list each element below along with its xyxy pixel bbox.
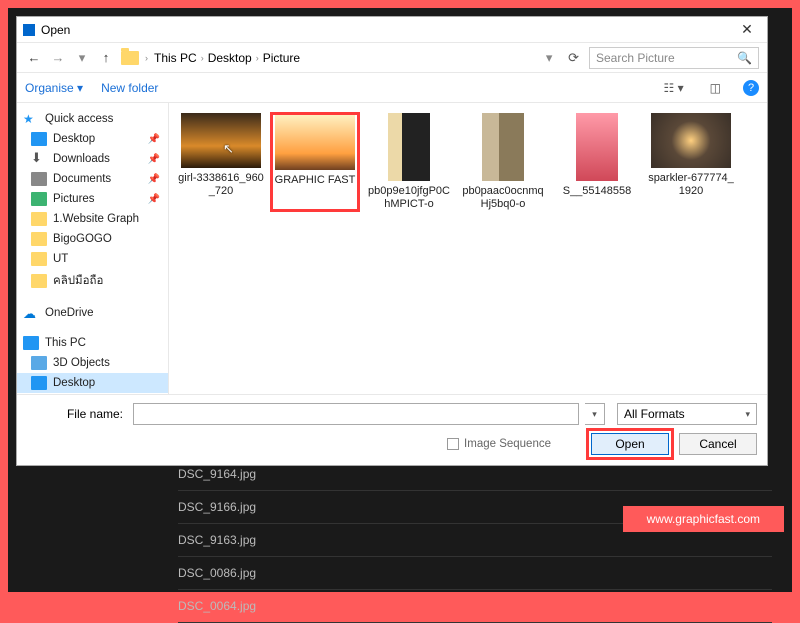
sidebar-item-pictures[interactable]: Pictures📌	[17, 189, 168, 209]
filename-label: File name:	[27, 407, 127, 421]
watermark: www.graphicfast.com	[623, 506, 784, 532]
file-thumb[interactable]: sparkler-677774_1920	[647, 113, 735, 211]
pin-icon: 📌	[148, 174, 160, 185]
refresh-button[interactable]: ⟳	[564, 50, 583, 66]
thumbnail-image	[482, 113, 524, 181]
folder-icon	[121, 51, 139, 65]
file-label: sparkler-677774_1920	[648, 172, 734, 198]
file-thumb[interactable]: GRAPHIC FAST	[271, 113, 359, 211]
search-input[interactable]: Search Picture 🔍	[589, 47, 759, 69]
file-label: pb0paac0ocnmqHj5bq0-o	[460, 185, 546, 211]
pin-icon: 📌	[148, 194, 160, 205]
breadcrumb[interactable]: This PC › Desktop › Picture	[154, 51, 534, 65]
file-label: S__55148558	[563, 185, 632, 198]
filename-dropdown[interactable]: ▾	[585, 403, 605, 425]
sidebar-item-3dobjects[interactable]: 3D Objects	[17, 353, 168, 373]
file-label: girl-3338616_960_720	[178, 172, 264, 198]
sidebar-item-downloads[interactable]: ⬇Downloads📌	[17, 149, 168, 169]
bg-row[interactable]: DSC_0086.jpg	[178, 557, 772, 590]
search-icon: 🔍	[737, 51, 752, 65]
cancel-button[interactable]: Cancel	[679, 433, 757, 455]
preview-pane-button[interactable]: ◫	[706, 81, 725, 95]
thumbnail-image	[388, 113, 430, 181]
dialog-title: Open	[41, 23, 727, 37]
sidebar: ★Quick access Desktop📌 ⬇Downloads📌 Docum…	[17, 103, 169, 394]
chevron-right-icon: ›	[256, 53, 259, 63]
file-thumb[interactable]: pb0paac0ocnmqHj5bq0-o	[459, 113, 547, 211]
filename-input[interactable]	[133, 403, 579, 425]
titlebar: Open ✕	[17, 17, 767, 43]
view-button[interactable]: ☷ ▾	[660, 81, 688, 95]
app-icon	[23, 24, 35, 36]
up-button[interactable]: ↑	[97, 50, 115, 65]
sidebar-item-desktop[interactable]: Desktop	[17, 373, 168, 393]
pin-icon: 📌	[148, 154, 160, 165]
sidebar-item-folder[interactable]: UT	[17, 249, 168, 269]
footer: File name: ▾ All Formats▾ Image Sequence…	[17, 394, 767, 465]
search-placeholder: Search Picture	[596, 51, 675, 65]
nav-row: ← → ▾ ↑ › This PC › Desktop › Picture ▾ …	[17, 43, 767, 73]
file-label: GRAPHIC FAST	[275, 174, 356, 187]
sidebar-quick-access[interactable]: ★Quick access	[17, 109, 168, 129]
crumb[interactable]: This PC	[154, 51, 197, 65]
thumbnail-image	[576, 113, 618, 181]
chevron-down-icon: ▾	[745, 409, 750, 420]
chevron-right-icon: ›	[201, 53, 204, 63]
crumb[interactable]: Desktop	[208, 51, 252, 65]
open-dialog: Open ✕ ← → ▾ ↑ › This PC › Desktop › Pic…	[16, 16, 768, 466]
help-button[interactable]: ?	[743, 80, 759, 96]
format-dropdown[interactable]: All Formats▾	[617, 403, 757, 425]
organise-menu[interactable]: Organise ▾	[25, 81, 83, 95]
background-file-list: DSC_9164.jpg DSC_9166.jpg DSC_9163.jpg D…	[178, 458, 772, 623]
thumbnail-image: ↖	[181, 113, 261, 168]
toolbar: Organise ▾ New folder ☷ ▾ ◫ ?	[17, 73, 767, 103]
sidebar-item-folder[interactable]: คลิปมือถือ	[17, 269, 168, 293]
sidebar-item-documents[interactable]: Documents📌	[17, 169, 168, 189]
sidebar-item-desktop[interactable]: Desktop📌	[17, 129, 168, 149]
open-button[interactable]: Open	[591, 433, 669, 455]
bg-row[interactable]: DSC_0064.jpg	[178, 590, 772, 623]
close-button[interactable]: ✕	[727, 17, 767, 42]
forward-button[interactable]: →	[49, 50, 67, 65]
sidebar-item-folder[interactable]: BigoGOGO	[17, 229, 168, 249]
thumbnail-image	[651, 113, 731, 168]
new-folder-button[interactable]: New folder	[101, 81, 158, 95]
back-button[interactable]: ←	[25, 50, 43, 65]
image-sequence-checkbox[interactable]: Image Sequence	[447, 438, 551, 450]
file-grid[interactable]: ↖ girl-3338616_960_720 GRAPHIC FAST pb0p9e1…	[169, 103, 767, 394]
checkbox-icon	[447, 438, 459, 450]
chevron-right-icon: ›	[145, 53, 148, 63]
cursor-icon: ↖	[223, 141, 234, 157]
recent-dropdown[interactable]: ▾	[73, 50, 91, 66]
sidebar-item-folder[interactable]: 1.Website Graph	[17, 209, 168, 229]
crumb-dropdown[interactable]: ▾	[540, 50, 558, 66]
file-thumb[interactable]: pb0p9e10jfgP0ChMPICT-o	[365, 113, 453, 211]
file-thumb[interactable]: ↖ girl-3338616_960_720	[177, 113, 265, 211]
crumb[interactable]: Picture	[263, 51, 300, 65]
sidebar-onedrive[interactable]: ☁OneDrive	[17, 303, 168, 323]
thumbnail-image	[275, 115, 355, 170]
file-label: pb0p9e10jfgP0ChMPICT-o	[366, 185, 452, 211]
sidebar-this-pc[interactable]: This PC	[17, 333, 168, 353]
pin-icon: 📌	[148, 134, 160, 145]
file-thumb[interactable]: S__55148558	[553, 113, 641, 211]
